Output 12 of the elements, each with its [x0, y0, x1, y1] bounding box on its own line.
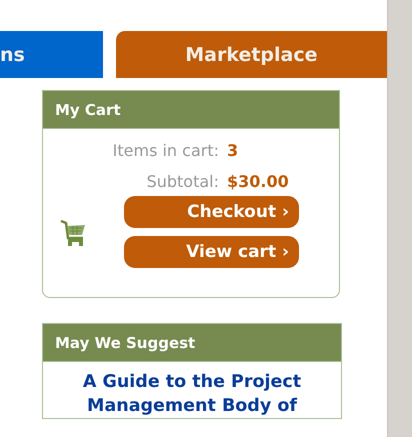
subtotal-label: Subtotal: — [146, 171, 219, 193]
items-label: Items in cart: — [112, 140, 219, 162]
cart-button[interactable]: Checkout › — [124, 196, 299, 228]
nav-tab[interactable]: Marketplace — [116, 31, 387, 78]
items-count: 3 — [227, 140, 238, 162]
book-link[interactable]: A Guide to the Project Management Body of — [47, 370, 337, 418]
cart-icon — [60, 218, 86, 248]
cart-button[interactable]: View cart › — [124, 236, 299, 268]
suggest-header: May We Suggest — [43, 324, 341, 362]
subtotal-value: $30.00 — [227, 171, 289, 193]
nav-tab[interactable]: ns — [0, 31, 103, 78]
cart-header: My Cart — [43, 91, 339, 129]
